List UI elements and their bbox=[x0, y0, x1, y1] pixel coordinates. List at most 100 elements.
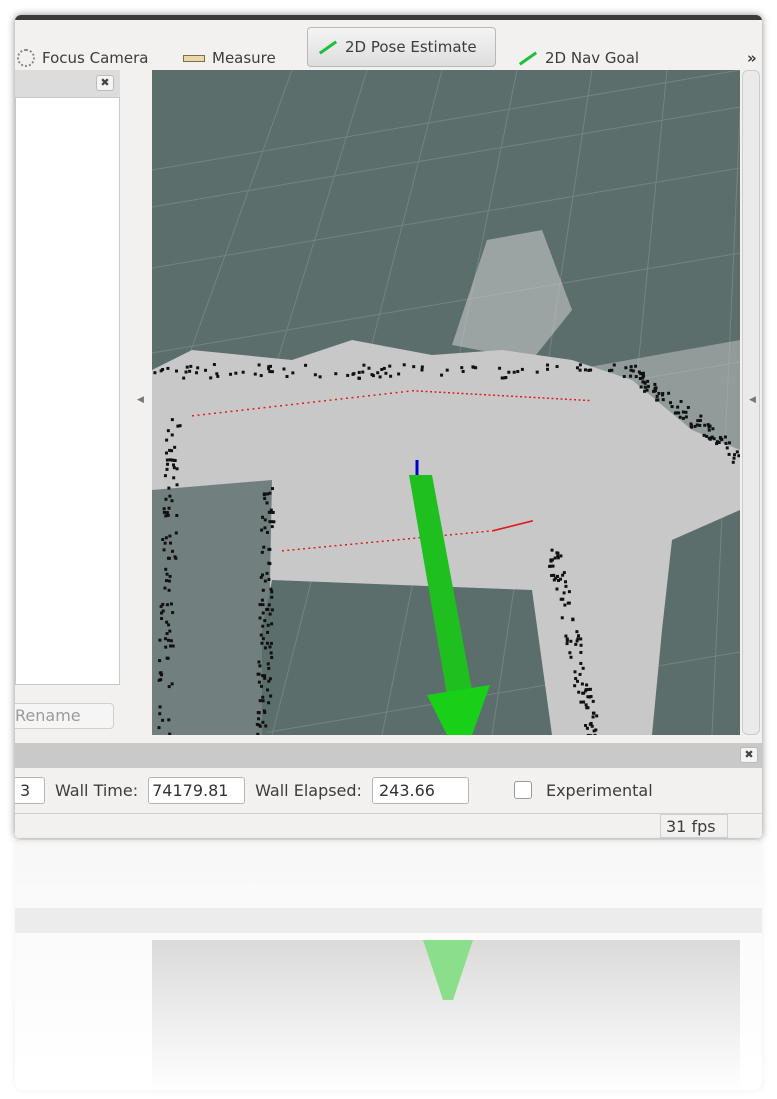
obstacle-point bbox=[169, 639, 173, 643]
obstacle-point bbox=[593, 733, 597, 735]
laser-point bbox=[285, 404, 288, 406]
laser-point bbox=[529, 396, 531, 398]
obstacle-point bbox=[261, 695, 265, 699]
obstacle-point bbox=[257, 363, 261, 367]
obstacle-point bbox=[622, 375, 626, 379]
obstacle-point bbox=[263, 579, 267, 583]
obstacle-point bbox=[552, 573, 556, 577]
laser-point bbox=[421, 390, 423, 392]
laser-point bbox=[236, 410, 238, 412]
obstacle-point bbox=[165, 620, 169, 624]
obstacle-point bbox=[204, 368, 208, 372]
close-icon[interactable]: ✖ bbox=[740, 747, 758, 763]
laser-point bbox=[574, 399, 576, 401]
obstacle-point bbox=[661, 393, 665, 397]
obstacle-point bbox=[167, 588, 171, 592]
3d-viewport[interactable] bbox=[152, 70, 740, 735]
time-panel: 3 Wall Time: 74179.81 Wall Elapsed: 243.… bbox=[15, 772, 762, 808]
obstacle-point bbox=[707, 428, 711, 432]
obstacle-point bbox=[268, 491, 272, 495]
collapse-left-icon[interactable]: ◀ bbox=[137, 395, 144, 405]
obstacle-point bbox=[577, 690, 581, 694]
obstacle-point bbox=[168, 644, 172, 648]
obstacle-point bbox=[412, 365, 416, 369]
obstacle-point bbox=[578, 368, 582, 372]
laser-point bbox=[455, 533, 458, 535]
laser-point bbox=[457, 392, 459, 394]
wall-time-field[interactable]: 74179.81 bbox=[148, 776, 246, 804]
laser-point bbox=[339, 544, 342, 546]
laser-point bbox=[470, 393, 473, 395]
obstacle-point bbox=[727, 441, 731, 445]
laser-point bbox=[425, 390, 428, 393]
obstacle-point bbox=[265, 607, 269, 611]
obstacle-point bbox=[724, 441, 728, 445]
laser-point bbox=[269, 406, 271, 408]
collapse-right-icon[interactable]: ◀ bbox=[749, 395, 756, 405]
obstacle-point bbox=[382, 366, 386, 370]
obstacle-point bbox=[256, 732, 260, 735]
obstacle-point bbox=[707, 425, 711, 429]
obstacle-point bbox=[267, 603, 271, 607]
laser-point bbox=[479, 393, 482, 396]
obstacle-point bbox=[184, 370, 188, 374]
obstacle-point bbox=[165, 458, 169, 462]
obstacle-point bbox=[584, 724, 588, 728]
obstacle-point bbox=[164, 497, 168, 501]
laser-point bbox=[334, 545, 337, 547]
laser-point bbox=[318, 400, 321, 403]
displays-list[interactable] bbox=[15, 97, 120, 685]
obstacle-point bbox=[267, 577, 271, 581]
obstacle-point bbox=[267, 367, 271, 371]
obstacle-point bbox=[629, 365, 633, 369]
laser-point bbox=[230, 410, 233, 413]
laser-point bbox=[307, 401, 310, 404]
obstacle-point bbox=[703, 423, 707, 427]
obstacle-point bbox=[257, 717, 261, 721]
laser-point bbox=[329, 545, 332, 547]
green-arrow-icon bbox=[318, 40, 338, 54]
obstacle-point bbox=[670, 405, 674, 409]
obstacle-point bbox=[260, 641, 264, 645]
obstacle-point bbox=[260, 598, 264, 602]
obstacle-point bbox=[168, 732, 172, 735]
obstacle-point bbox=[158, 659, 162, 663]
obstacle-point bbox=[258, 616, 262, 620]
obstacle-point bbox=[717, 440, 721, 444]
obstacle-point bbox=[624, 366, 628, 370]
obstacle-point bbox=[552, 578, 556, 582]
obstacle-point bbox=[656, 398, 660, 402]
obstacle-point bbox=[568, 651, 572, 655]
laser-point bbox=[434, 391, 437, 393]
ros-elapsed-field[interactable]: 3 bbox=[15, 776, 45, 804]
obstacle-point bbox=[253, 372, 257, 376]
obstacle-point bbox=[634, 375, 638, 379]
obstacle-point bbox=[725, 446, 729, 450]
obstacle-point bbox=[507, 370, 511, 374]
obstacle-point bbox=[269, 651, 273, 655]
laser-point bbox=[274, 405, 277, 408]
close-icon[interactable]: ✖ bbox=[96, 75, 114, 91]
obstacle-point bbox=[370, 373, 374, 377]
obstacle-point bbox=[266, 623, 270, 627]
laser-point bbox=[524, 396, 527, 398]
laser-point bbox=[368, 395, 370, 397]
obstacle-point bbox=[168, 534, 172, 538]
rviz-window: Focus Camera Measure 2D Pose Estimate 2D… bbox=[15, 15, 762, 838]
rename-button[interactable]: Rename bbox=[15, 703, 114, 729]
obstacle-point bbox=[579, 637, 583, 641]
obstacle-point bbox=[737, 454, 740, 458]
obstacle-point bbox=[165, 467, 169, 471]
experimental-checkbox[interactable] bbox=[513, 781, 532, 799]
obstacle-point bbox=[174, 369, 178, 373]
wall-elapsed-field[interactable]: 243.66 bbox=[371, 776, 469, 804]
laser-point bbox=[520, 396, 522, 398]
obstacle-point bbox=[165, 462, 169, 466]
obstacle-point bbox=[445, 368, 449, 372]
window-reflection bbox=[15, 840, 762, 1090]
obstacle-point bbox=[270, 655, 274, 659]
obstacle-point bbox=[167, 685, 171, 689]
obstacle-point bbox=[732, 456, 736, 460]
2d-pose-estimate-tool[interactable]: 2D Pose Estimate bbox=[307, 27, 496, 67]
grid-line bbox=[152, 106, 740, 208]
